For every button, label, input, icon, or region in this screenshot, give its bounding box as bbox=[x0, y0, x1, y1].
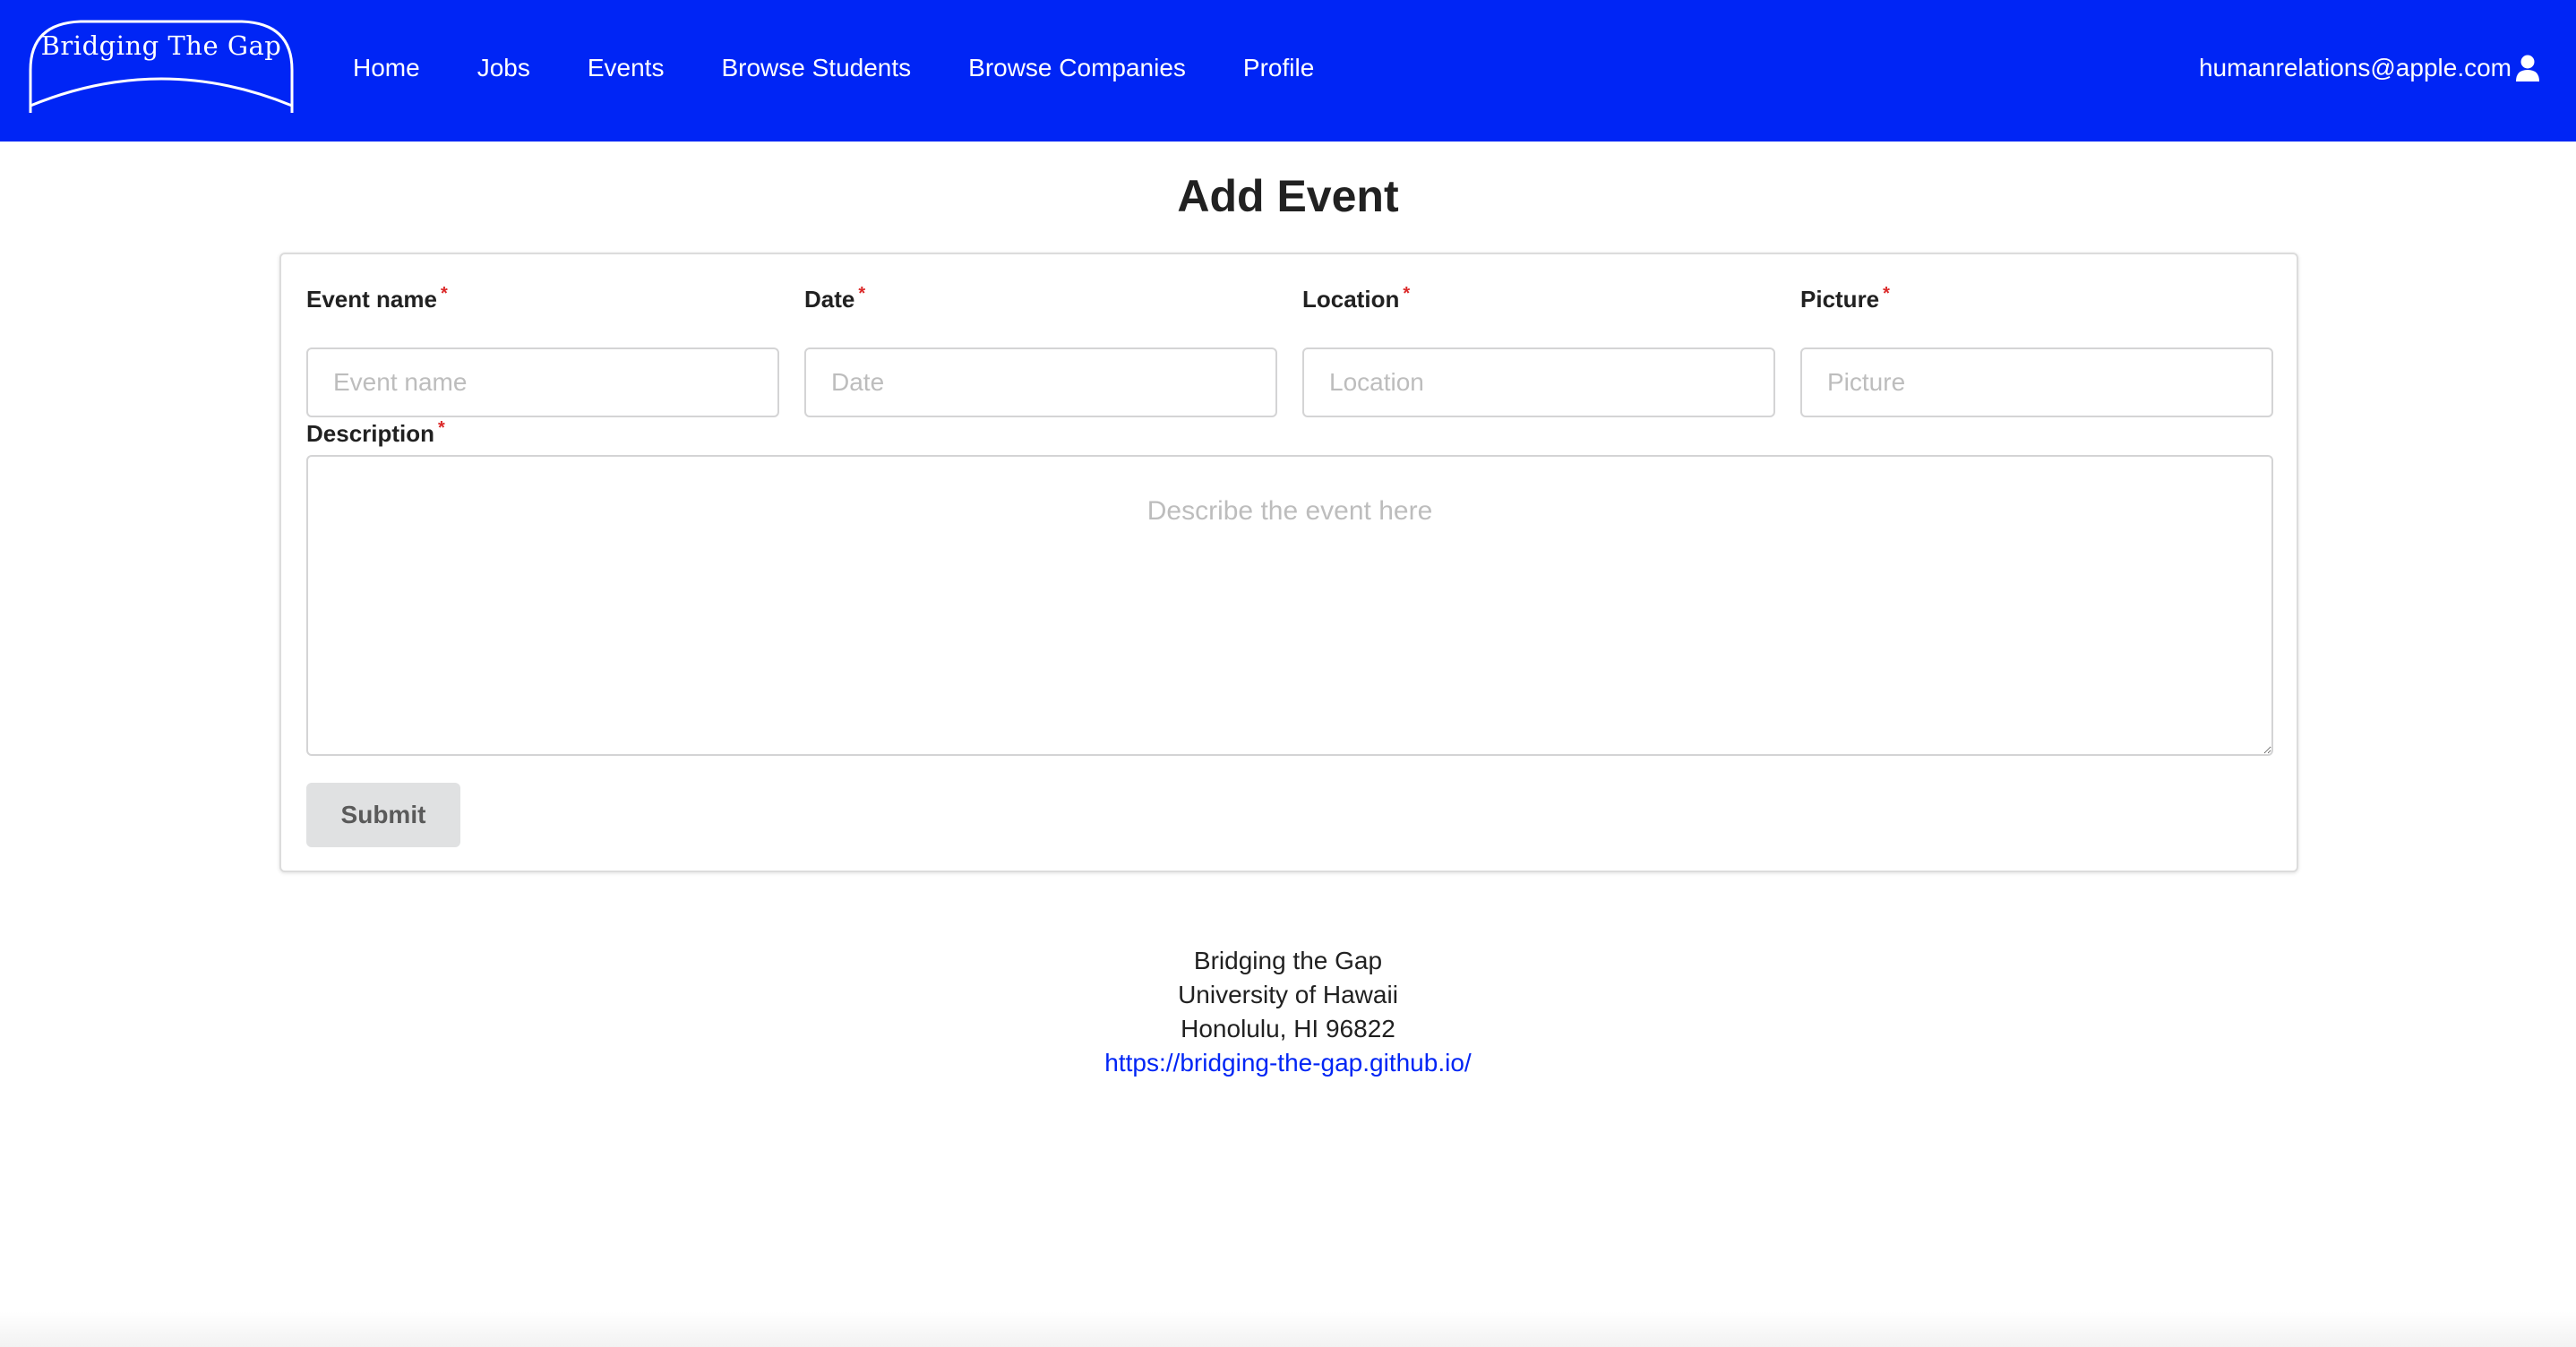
date-label: Date * bbox=[804, 284, 866, 313]
location-field: Location * bbox=[1302, 281, 1775, 417]
page-title: Add Event bbox=[1177, 171, 1399, 221]
user-icon bbox=[2515, 55, 2540, 82]
footer-org-name: Bridging the Gap bbox=[1193, 947, 1383, 974]
location-label: Location * bbox=[1302, 284, 1411, 313]
picture-label: Picture * bbox=[1800, 284, 1890, 313]
user-menu[interactable]: humanrelations@apple.com bbox=[2199, 0, 2540, 136]
submit-button[interactable]: Submit bbox=[306, 783, 460, 847]
nav-home[interactable]: Home bbox=[353, 54, 420, 82]
required-marker: * bbox=[858, 284, 866, 304]
nav-links: Home Jobs Events Browse Students Browse … bbox=[353, 0, 1371, 136]
event-name-input[interactable] bbox=[306, 347, 779, 417]
nav-events[interactable]: Events bbox=[588, 54, 665, 82]
event-name-label: Event name * bbox=[306, 284, 448, 313]
date-input[interactable] bbox=[804, 347, 1277, 417]
page-bottom-shadow bbox=[0, 1311, 2576, 1347]
description-textarea[interactable] bbox=[306, 455, 2273, 756]
logo-text: Bridging The Gap bbox=[40, 30, 282, 61]
top-navbar: Bridging The Gap Home Jobs Events Browse… bbox=[0, 0, 2576, 142]
user-email: humanrelations@apple.com bbox=[2198, 54, 2512, 82]
picture-field: Picture * bbox=[1800, 281, 2273, 417]
add-event-form: Event name* Date* Location* Picture* Des… bbox=[279, 253, 2298, 872]
required-marker: * bbox=[1883, 284, 1890, 304]
location-input[interactable] bbox=[1302, 347, 1775, 417]
nav-jobs[interactable]: Jobs bbox=[477, 54, 530, 82]
nav-profile[interactable]: Profile bbox=[1243, 54, 1314, 82]
footer-link[interactable]: https://bridging-the-gap.github.io/ bbox=[1104, 1049, 1471, 1077]
event-name-field: Event name * bbox=[306, 281, 779, 417]
logo[interactable]: Bridging The Gap bbox=[27, 16, 296, 115]
required-marker: * bbox=[438, 418, 445, 438]
footer-address: Honolulu, HI 96822 bbox=[1181, 1015, 1395, 1042]
date-field: Date * bbox=[804, 281, 1277, 417]
nav-browse-companies[interactable]: Browse Companies bbox=[968, 54, 1186, 82]
nav-browse-students[interactable]: Browse Students bbox=[721, 54, 911, 82]
required-marker: * bbox=[1403, 284, 1411, 304]
footer-university: University of Hawaii bbox=[1178, 981, 1398, 1008]
required-marker: * bbox=[440, 284, 448, 304]
picture-input[interactable] bbox=[1800, 347, 2273, 417]
footer: Bridging the Gap University of Hawaii Ho… bbox=[0, 944, 2576, 1080]
description-label: Description * bbox=[306, 418, 445, 447]
